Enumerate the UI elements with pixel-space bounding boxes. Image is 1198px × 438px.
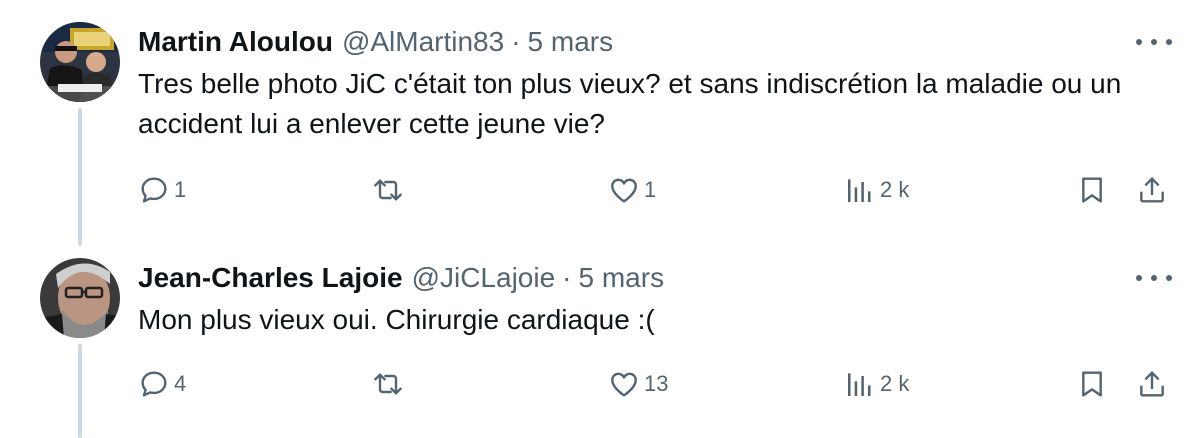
- share-button[interactable]: [1136, 364, 1168, 404]
- views-icon: [848, 179, 871, 202]
- tweet-actions: 1 1 2 k: [0, 170, 1198, 210]
- bookmark-button[interactable]: [1076, 364, 1108, 404]
- like-button[interactable]: 13: [608, 364, 668, 404]
- avatar[interactable]: [40, 22, 120, 102]
- timestamp[interactable]: 5 mars: [579, 262, 665, 294]
- share-icon: [1140, 371, 1164, 397]
- author-handle[interactable]: @AlMartin83: [342, 26, 504, 58]
- more-icon[interactable]: [1136, 30, 1172, 54]
- tweet-header: Martin Aloulou @AlMartin83 · 5 mars: [138, 22, 613, 62]
- bookmark-icon: [1082, 177, 1102, 203]
- reply-icon: [141, 177, 167, 203]
- author-name[interactable]: Jean-Charles Lajoie: [138, 262, 403, 294]
- retweet-button[interactable]: [372, 170, 408, 210]
- tweet-text: Mon plus vieux oui. Chirurgie cardiaque …: [138, 304, 655, 335]
- reply-icon: [141, 371, 167, 397]
- separator-dot: ·: [511, 26, 521, 57]
- reply-count: 4: [174, 371, 187, 396]
- like-button[interactable]: 1: [608, 170, 656, 210]
- timestamp[interactable]: 5 mars: [528, 26, 614, 58]
- bookmark-button[interactable]: [1076, 170, 1108, 210]
- like-count: 1: [644, 177, 657, 202]
- tweet-actions: 4 13 2 k: [0, 364, 1198, 404]
- more-icon[interactable]: [1136, 266, 1172, 290]
- tweet-header: Jean-Charles Lajoie @JiCLajoie · 5 mars: [138, 258, 664, 298]
- avatar[interactable]: [40, 258, 120, 338]
- views-button[interactable]: 2 k: [844, 364, 909, 404]
- views-count: 2 k: [880, 177, 910, 202]
- share-icon: [1140, 177, 1164, 203]
- retweet-icon: [374, 179, 402, 201]
- author-handle[interactable]: @JiCLajoie: [412, 262, 556, 294]
- reply-button[interactable]: 1: [138, 170, 186, 210]
- retweet-icon: [374, 373, 402, 395]
- views-button[interactable]: 2 k: [844, 170, 909, 210]
- like-count: 13: [644, 371, 669, 396]
- views-icon: [848, 373, 871, 396]
- heart-icon: [611, 178, 637, 203]
- reply-tweet[interactable]: Martin Aloulou @AlMartin83 · 5 mars Tres…: [0, 22, 1198, 222]
- views-count: 2 k: [880, 371, 910, 396]
- separator-dot: ·: [562, 262, 572, 293]
- reply-tweet[interactable]: Jean-Charles Lajoie @JiCLajoie · 5 mars …: [0, 258, 1198, 428]
- heart-icon: [611, 372, 637, 397]
- retweet-button[interactable]: [372, 364, 408, 404]
- reply-count: 1: [174, 177, 187, 202]
- bookmark-icon: [1082, 371, 1102, 397]
- author-name[interactable]: Martin Aloulou: [138, 26, 333, 58]
- tweet-text: Tres belle photo JiC c'était ton plus vi…: [138, 68, 1122, 139]
- share-button[interactable]: [1136, 170, 1168, 210]
- reply-button[interactable]: 4: [138, 364, 186, 404]
